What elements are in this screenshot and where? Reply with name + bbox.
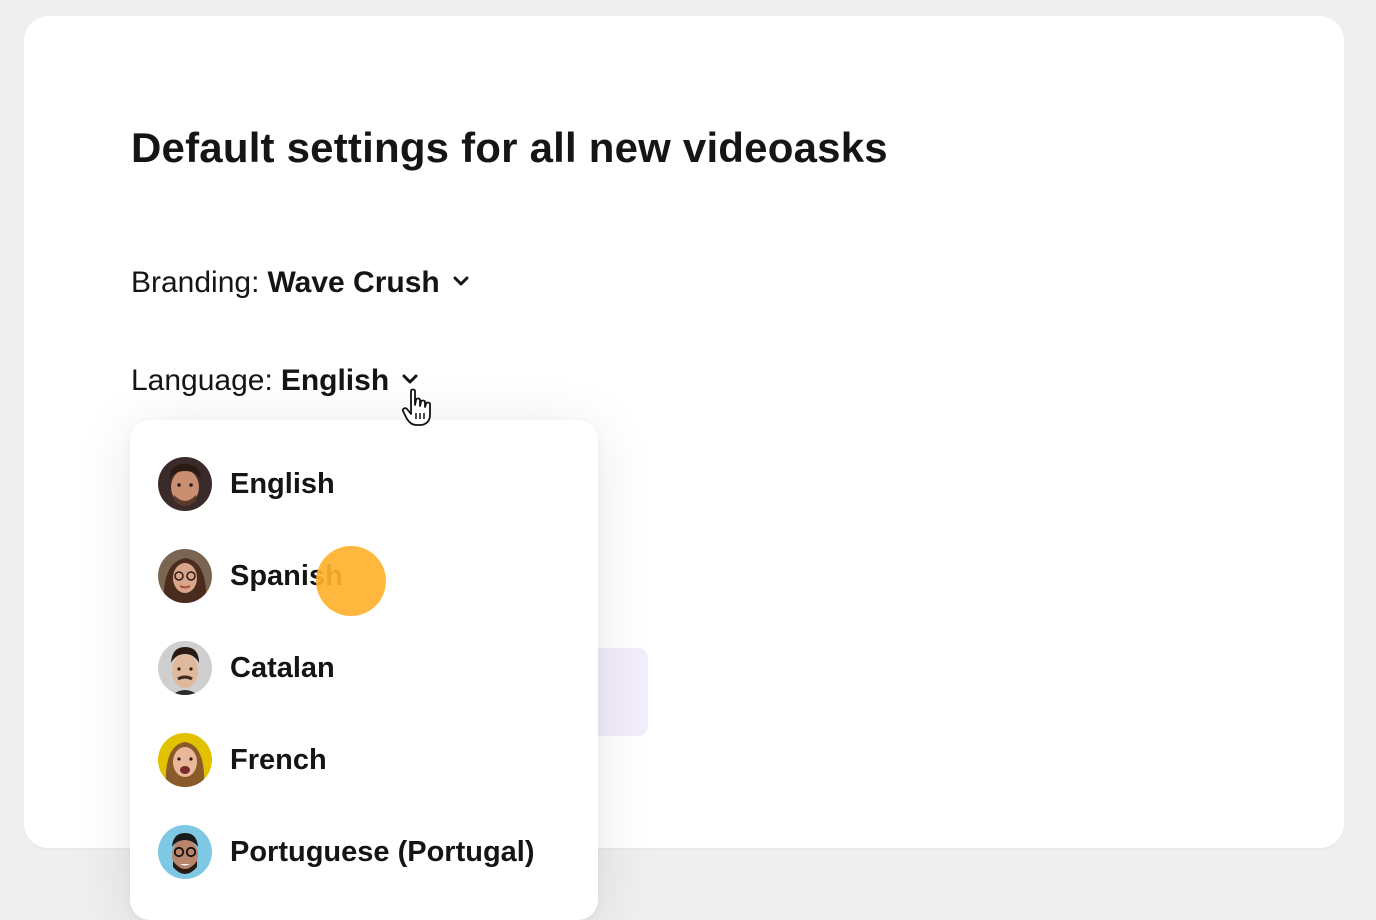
language-label: Language: — [131, 364, 273, 397]
chevron-down-icon[interactable] — [401, 370, 419, 388]
language-option-english[interactable]: English — [158, 457, 335, 511]
language-option-spanish[interactable]: Spanish — [158, 549, 343, 603]
language-option-portuguese[interactable]: Portuguese (Portugal) — [158, 825, 535, 879]
avatar-english — [158, 457, 212, 511]
avatar-spanish — [158, 549, 212, 603]
avatar-french — [158, 733, 212, 787]
avatar-catalan — [158, 641, 212, 695]
language-value[interactable]: English — [281, 364, 389, 398]
option-label: Catalan — [230, 651, 335, 684]
language-option-catalan[interactable]: Catalan — [158, 641, 335, 695]
page-title: Default settings for all new videoasks — [131, 124, 888, 171]
avatar-portuguese — [158, 825, 212, 879]
chevron-down-icon[interactable] — [452, 272, 470, 290]
option-label: French — [230, 743, 327, 776]
branding-label: Branding: — [131, 266, 260, 299]
branding-value[interactable]: Wave Crush — [267, 266, 439, 300]
branding-selector[interactable]: Branding: Wave Crush — [131, 266, 470, 300]
language-dropdown-menu: English Spanish Catalan French Portugues… — [130, 420, 598, 920]
language-option-french[interactable]: French — [158, 733, 327, 787]
option-label: English — [230, 467, 335, 500]
option-label: Portuguese (Portugal) — [230, 835, 535, 868]
option-label: Spanish — [230, 559, 343, 592]
language-selector[interactable]: Language: English — [131, 364, 419, 398]
